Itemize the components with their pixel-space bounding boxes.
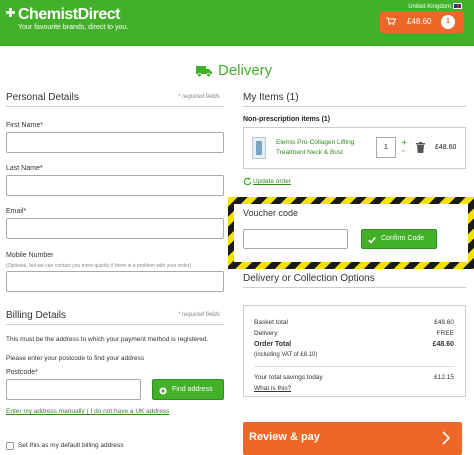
chevron-right-icon: [442, 431, 450, 445]
region-label: United Kingdom: [408, 4, 451, 10]
postcode-input[interactable]: [6, 379, 141, 400]
logo-plus-icon: [6, 8, 16, 18]
mobile-input[interactable]: [6, 271, 224, 292]
vat-note: (including VAT of £8.10): [254, 352, 318, 358]
review-and-pay-label: Review & pay: [249, 431, 320, 443]
billing-divider: [6, 324, 224, 325]
savings-row: Your total savings today £12.15: [254, 374, 454, 383]
postcode-prompt: Please enter your postcode to find your …: [6, 355, 145, 362]
my-items-title: My Items (1): [243, 92, 299, 103]
billing-details-title: Billing Details: [6, 310, 67, 321]
email-label: Email*: [6, 208, 27, 215]
basket-total: £48.60: [407, 17, 432, 26]
personal-details-title: Personal Details: [6, 92, 79, 103]
items-divider: [243, 106, 466, 107]
section-divider: [6, 106, 224, 107]
cart-icon: [386, 17, 396, 25]
basket-total-label: Basket total: [254, 319, 288, 326]
delivery-divider: [243, 287, 466, 288]
last-name-input[interactable]: [6, 175, 224, 196]
default-billing-label: Set this as my default billing address: [18, 442, 124, 449]
order-total-label: Order Total: [254, 341, 292, 348]
billing-required-note: * required fields: [178, 312, 220, 318]
basket-total-row: Basket total £48.60: [254, 319, 454, 328]
order-total-value: £48.60: [432, 341, 454, 348]
checkmark-icon: [368, 236, 376, 244]
delivery-row: Delivery FREE: [254, 330, 454, 339]
uk-flag-icon: [453, 3, 462, 9]
savings-value: £12.15: [434, 374, 454, 381]
region-selector[interactable]: United Kingdom: [408, 3, 462, 10]
default-billing-checkbox[interactable]: [6, 442, 14, 450]
first-name-input[interactable]: [6, 132, 224, 153]
search-icon: [159, 387, 167, 395]
delivery-options-title: Delivery or Collection Options: [243, 273, 375, 284]
first-name-label: First Name*: [6, 122, 43, 129]
review-and-pay-button[interactable]: Review & pay: [243, 422, 462, 455]
order-total-row: Order Total £48.60: [254, 341, 454, 350]
update-order-link: Update order: [253, 178, 291, 185]
what-is-this-link[interactable]: What is this?: [254, 385, 291, 392]
find-address-button[interactable]: Find address: [152, 379, 224, 400]
last-name-label: Last Name*: [6, 165, 43, 172]
site-header: ChemistDirect Your favourite brands, dir…: [0, 0, 474, 46]
basket-total-value: £48.60: [434, 319, 454, 326]
order-summary: Basket total £48.60 Delivery FREE Order …: [243, 305, 466, 397]
postcode-label: Postcode*: [6, 369, 38, 376]
brand-name: ChemistDirect: [18, 6, 120, 23]
truck-icon: [196, 66, 212, 77]
delivery-value: FREE: [436, 330, 454, 337]
voucher-code-input[interactable]: [243, 229, 348, 249]
billing-note: This must be the address to which your p…: [6, 336, 209, 343]
email-input[interactable]: [6, 218, 224, 239]
product-row: Elemis Pro-Collagen Lifting Treatment Ne…: [243, 127, 466, 169]
delivery-label: Delivery: [254, 330, 278, 337]
voucher-section: Voucher code Confirm Code: [228, 197, 474, 269]
basket-button[interactable]: £48.60 1: [380, 11, 464, 33]
confirm-code-label: Confirm Code: [381, 235, 425, 242]
product-price: £48.60: [435, 144, 457, 151]
find-address-label: Find address: [172, 386, 213, 393]
voucher-title: Voucher code: [243, 208, 299, 218]
refresh-icon: [243, 177, 252, 186]
quantity-input[interactable]: 1: [376, 137, 396, 158]
voucher-panel: Voucher code Confirm Code: [234, 204, 468, 262]
mobile-label: Mobile Number: [6, 252, 54, 259]
decrease-quantity-button[interactable]: -: [402, 147, 405, 155]
savings-label: Your total savings today: [254, 374, 323, 381]
confirm-code-button[interactable]: Confirm Code: [361, 229, 437, 249]
product-name-link[interactable]: Elemis Pro-Collagen Lifting Treatment Ne…: [276, 138, 366, 158]
brand-tagline: Your favourite brands, direct to you.: [18, 24, 129, 31]
product-image[interactable]: [252, 137, 266, 159]
basket-count-badge: 1: [441, 15, 455, 29]
summary-divider: [254, 366, 455, 367]
required-fields-note: * required fields: [178, 94, 220, 100]
page-title: Delivery: [218, 62, 273, 79]
mobile-hint: (Optional, but we can contact you more q…: [6, 263, 192, 269]
trash-icon[interactable]: [416, 142, 425, 153]
non-prescription-heading: Non-prescription items (1): [243, 116, 331, 123]
manual-address-link[interactable]: Enter my address manually ( I do not hav…: [6, 408, 169, 415]
